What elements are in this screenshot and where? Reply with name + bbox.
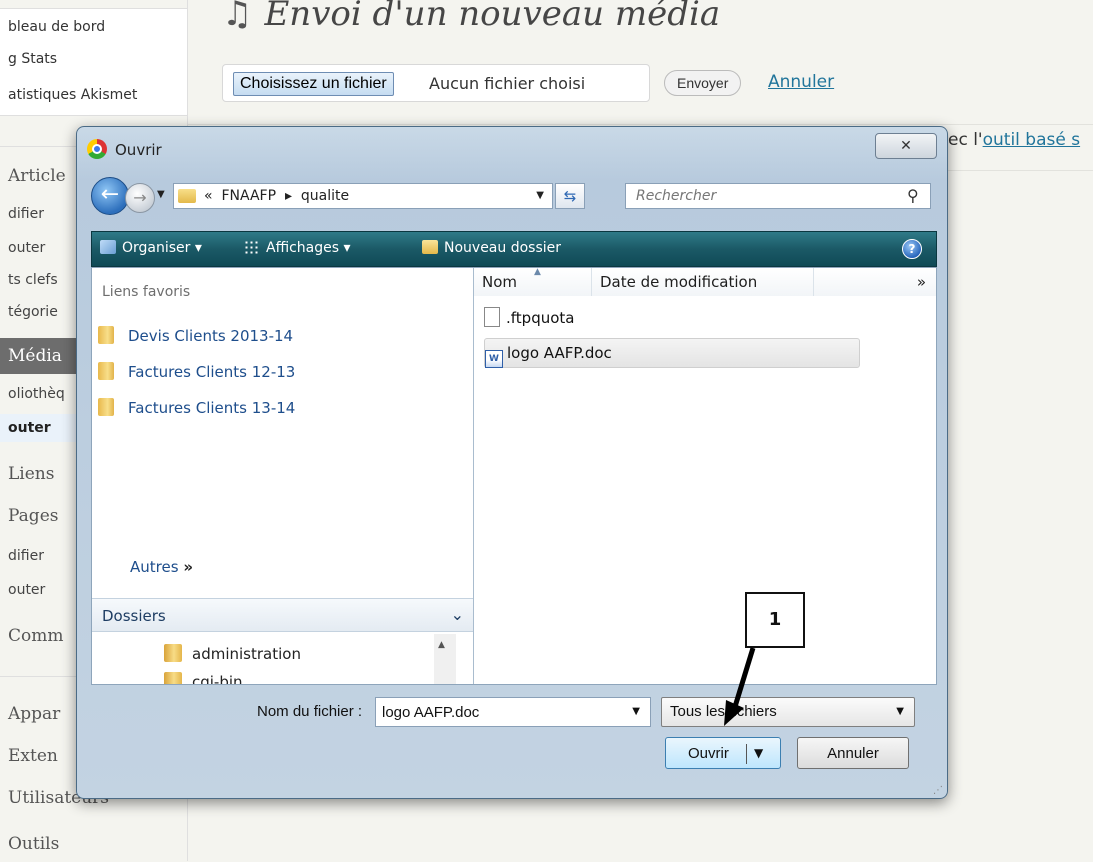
media-upload-icon: ♫ — [222, 0, 253, 34]
views-menu[interactable]: Affichages ▾ — [244, 240, 351, 256]
column-date-modified[interactable]: Date de modification — [592, 268, 814, 296]
dialog-footer: Nom du fichier : ▼ Tous les fichiers ▼ O… — [77, 685, 947, 798]
file-input-box: Choisissez un fichier Aucun fichier choi… — [222, 64, 650, 102]
help-icon[interactable]: ? — [902, 239, 922, 259]
new-folder-button[interactable]: Nouveau dossier — [422, 240, 561, 256]
no-file-chosen-text: Aucun fichier choisi — [429, 74, 586, 93]
views-icon — [244, 240, 260, 254]
dialog-titlebar[interactable]: Ouvrir ✕ — [77, 127, 947, 175]
word-document-icon: W — [485, 350, 503, 368]
content-separator — [188, 124, 1093, 125]
filetype-select[interactable]: Tous les fichiers ▼ — [661, 697, 915, 727]
favorite-link[interactable]: Devis Clients 2013-14 — [98, 326, 293, 345]
new-folder-icon — [422, 240, 438, 254]
folder-icon — [98, 362, 114, 380]
folder-icon — [164, 644, 182, 662]
search-input[interactable] — [625, 183, 931, 209]
navigation-bar: ← → ▼ « FNAAFP ▸ qualite ▼ ⇆ ⚲ — [77, 175, 947, 217]
back-button[interactable]: ← — [91, 177, 129, 215]
browser-panes: Liens favoris Devis Clients 2013-14 Factu… — [91, 267, 937, 685]
open-button[interactable]: Ouvrir ▼ — [665, 737, 781, 769]
filetype-selected: Tous les fichiers — [670, 703, 777, 720]
more-favorites-link[interactable]: Autres » — [130, 558, 193, 576]
favorite-link[interactable]: Factures Clients 13-14 — [98, 398, 295, 417]
folder-icon — [164, 672, 182, 684]
menu-akismet-stats[interactable]: atistiques Akismet — [8, 87, 137, 103]
menu-dashboard[interactable]: bleau de bord — [8, 19, 105, 35]
column-name[interactable]: Nom ▲ — [474, 267, 592, 296]
navigation-pane: Liens favoris Devis Clients 2013-14 Factu… — [92, 268, 474, 684]
favorite-link[interactable]: Factures Clients 12-13 — [98, 362, 295, 381]
folder-icon — [98, 326, 114, 344]
file-list-item[interactable]: Wlogo AAFP.doc — [484, 338, 860, 368]
scroll-up-icon[interactable]: ▲ — [438, 640, 445, 650]
filename-combobox[interactable]: ▼ — [375, 697, 651, 727]
open-file-dialog: Ouvrir ✕ ← → ▼ « FNAAFP ▸ qualite ▼ ⇆ ⚲ … — [76, 126, 948, 799]
choose-file-button[interactable]: Choisissez un fichier — [233, 72, 394, 96]
refresh-button[interactable]: ⇆ — [555, 183, 585, 209]
content-rule — [948, 170, 1093, 171]
folder-tree-item[interactable]: administration — [164, 644, 301, 663]
search-icon[interactable]: ⚲ — [907, 186, 919, 205]
breadcrumb: « FNAAFP ▸ qualite — [204, 188, 349, 204]
step-annotation-box: 1 — [745, 592, 805, 648]
organize-icon — [100, 240, 116, 254]
filetype-dropdown-icon: ▼ — [896, 706, 904, 717]
chevron-down-icon[interactable]: ⌄ — [451, 605, 464, 624]
file-list-item[interactable]: .ftpquota — [484, 304, 574, 334]
folder-tree-scrollbar[interactable]: ▲ ▼ — [434, 634, 456, 684]
folders-header[interactable]: Dossiers ⌄ — [92, 598, 473, 632]
send-button[interactable]: Envoyer — [664, 70, 742, 96]
cancel-link[interactable]: Annuler — [768, 72, 834, 92]
folder-icon — [178, 189, 196, 203]
close-button[interactable]: ✕ — [875, 133, 937, 159]
admin-menu-item[interactable]: Outils — [0, 826, 188, 862]
file-list-pane: Nom ▲ Date de modification » .ftpquota Wlo… — [474, 267, 936, 684]
breadcrumb-separator[interactable]: ▸ — [285, 188, 292, 204]
favorites-header: Liens favoris — [102, 284, 191, 300]
chrome-icon — [87, 139, 107, 159]
menu-stats[interactable]: g Stats — [8, 51, 57, 67]
flash-uploader-link[interactable]: outil basé s — [983, 130, 1080, 150]
resize-grip-icon[interactable]: ⋰ — [933, 785, 943, 796]
address-bar[interactable]: « FNAAFP ▸ qualite ▼ — [173, 183, 553, 209]
dashboard-menu-group: bleau de bord g Stats atistiques Akismet — [0, 8, 188, 116]
history-dropdown-icon[interactable]: ▼ — [157, 189, 165, 200]
dialog-cancel-button[interactable]: Annuler — [797, 737, 909, 769]
file-icon — [484, 307, 500, 327]
organize-menu[interactable]: Organiser ▾ — [100, 240, 202, 256]
breadcrumb-overflow[interactable]: « — [204, 188, 213, 204]
filename-input[interactable] — [376, 698, 616, 726]
forward-button[interactable]: → — [125, 183, 155, 213]
browser-uploader-text: ec l'outil basé s — [948, 130, 1081, 150]
breadcrumb-item-fnaafp[interactable]: FNAAFP — [221, 188, 276, 204]
open-split-divider — [746, 744, 747, 764]
sort-ascending-icon: ▲ — [534, 267, 541, 277]
breadcrumb-item-qualite[interactable]: qualite — [301, 188, 349, 204]
page-heading: ♫ Envoi d'un nouveau média — [222, 0, 720, 34]
open-dropdown-icon[interactable]: ▼ — [754, 746, 763, 760]
filename-label: Nom du fichier : — [257, 703, 363, 720]
folder-tree-item[interactable]: cgi-bin — [164, 672, 243, 684]
filename-dropdown-icon[interactable]: ▼ — [632, 706, 640, 717]
more-columns-icon[interactable]: » — [814, 268, 936, 296]
dialog-toolbar: Organiser ▾ Affichages ▾ Nouveau dossier… — [91, 231, 937, 267]
dialog-title: Ouvrir — [115, 141, 162, 159]
address-dropdown-icon[interactable]: ▼ — [536, 190, 544, 201]
folder-icon — [98, 398, 114, 416]
